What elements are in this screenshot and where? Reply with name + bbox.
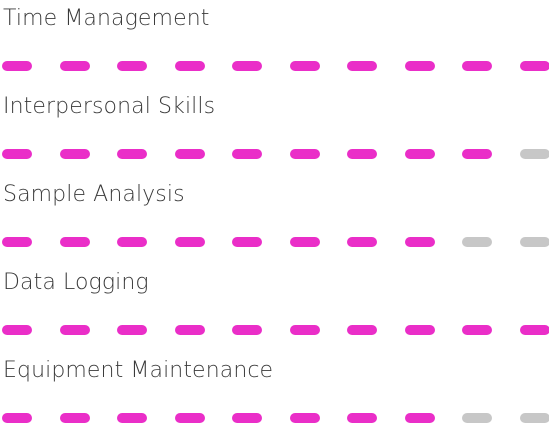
rating-segment-filled: [347, 237, 377, 247]
rating-segment-filled: [232, 61, 262, 71]
rating-segment-filled: [117, 149, 147, 159]
rating-segment-filled: [289, 149, 320, 159]
rating-segment-filled: [117, 61, 147, 71]
rating-segment-empty: [462, 413, 492, 423]
rating-segment-filled: [232, 237, 262, 247]
rating-segment-filled: [2, 237, 32, 247]
rating-segment-filled: [174, 61, 205, 71]
rating-segment-filled: [174, 413, 205, 423]
rating-segment-empty: [462, 237, 492, 247]
rating-segment-filled: [232, 325, 262, 335]
rating-segment-filled: [174, 149, 205, 159]
rating-segment-filled: [404, 149, 435, 159]
rating-segment-filled: [404, 61, 435, 71]
rating-segment-filled: [59, 413, 90, 423]
rating-segment-filled: [519, 325, 549, 335]
skills-list: Time Management Interpersonal Skills Sam…: [0, 0, 549, 429]
rating-segment-filled: [232, 149, 262, 159]
rating-segment-filled: [462, 61, 492, 71]
rating-segment-empty: [519, 413, 549, 423]
rating-segment-filled: [289, 237, 320, 247]
rating-segment-filled: [59, 325, 90, 335]
skill-name: Interpersonal Skills: [3, 94, 216, 119]
rating-segment-filled: [174, 237, 205, 247]
rating-segment-filled: [2, 149, 32, 159]
rating-segment-filled: [347, 61, 377, 71]
rating-segment-filled: [519, 61, 549, 71]
rating-segment-filled: [289, 325, 320, 335]
skill-rating-bar: [0, 149, 549, 161]
rating-segment-filled: [232, 413, 262, 423]
rating-segment-empty: [519, 237, 549, 247]
skill-rating-bar: [0, 325, 549, 337]
rating-segment-filled: [462, 325, 492, 335]
skill-name: Data Logging: [3, 270, 149, 295]
rating-segment-filled: [404, 325, 435, 335]
skill-rating-bar: [0, 61, 549, 73]
rating-segment-filled: [117, 325, 147, 335]
skill-name: Equipment Maintenance: [3, 358, 274, 383]
rating-segment-filled: [117, 237, 147, 247]
rating-segment-filled: [59, 61, 90, 71]
rating-segment-filled: [2, 325, 32, 335]
rating-segment-filled: [117, 413, 147, 423]
rating-segment-filled: [347, 325, 377, 335]
rating-segment-filled: [347, 413, 377, 423]
rating-segment-filled: [404, 237, 435, 247]
rating-segment-filled: [2, 61, 32, 71]
skill-rating-bar: [0, 413, 549, 425]
rating-segment-filled: [174, 325, 205, 335]
rating-segment-filled: [2, 413, 32, 423]
rating-segment-filled: [59, 237, 90, 247]
skill-name: Time Management: [3, 6, 210, 31]
rating-segment-filled: [347, 149, 377, 159]
skill-rating-bar: [0, 237, 549, 249]
rating-segment-filled: [289, 413, 320, 423]
rating-segment-filled: [462, 149, 492, 159]
rating-segment-filled: [59, 149, 90, 159]
rating-segment-empty: [519, 149, 549, 159]
skill-name: Sample Analysis: [3, 182, 185, 207]
rating-segment-filled: [404, 413, 435, 423]
rating-segment-filled: [289, 61, 320, 71]
